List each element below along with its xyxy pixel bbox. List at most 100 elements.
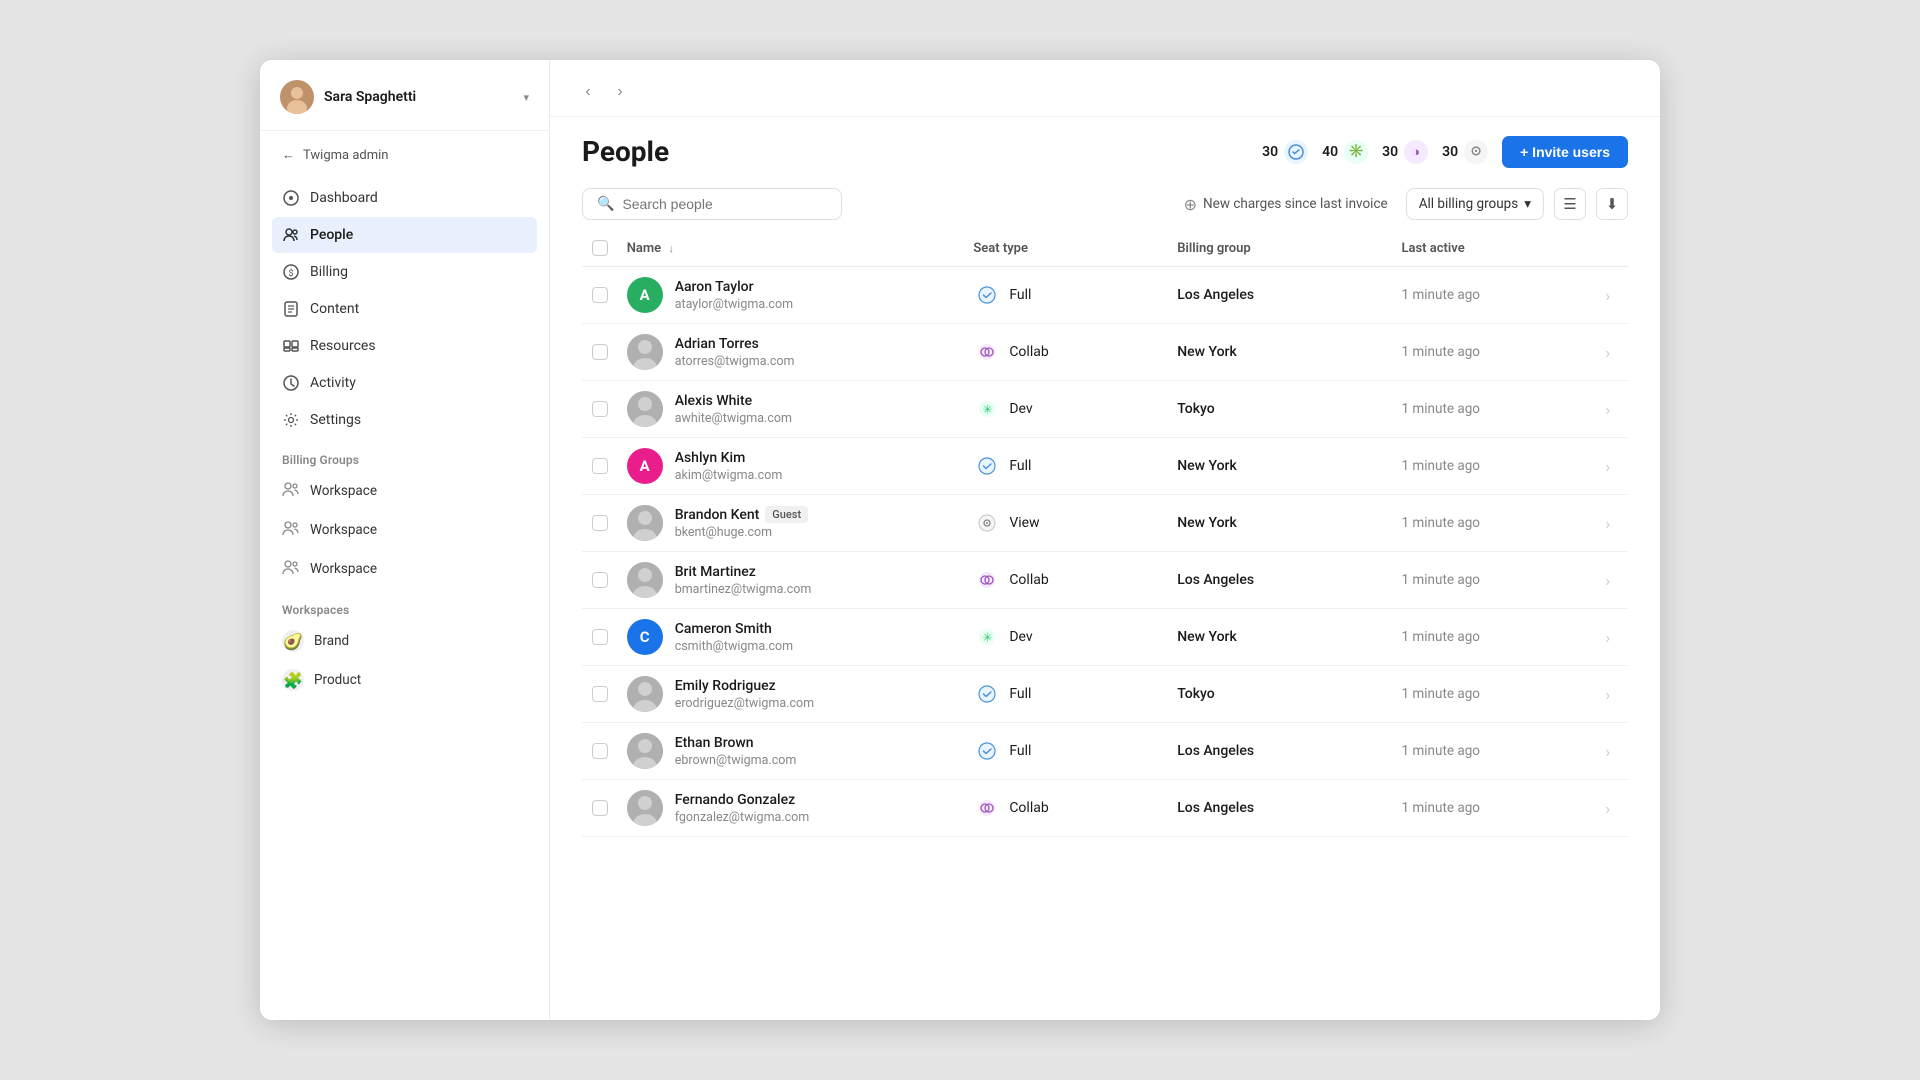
person-email: atorres@twigma.com (675, 354, 795, 369)
person-name: Fernando Gonzalez (675, 792, 795, 808)
seat-cell: View (973, 509, 1161, 537)
avatar: A (627, 448, 663, 484)
list-view-button[interactable]: ☰ (1554, 188, 1586, 220)
select-all-checkbox[interactable] (592, 240, 608, 256)
row-checkbox[interactable] (592, 629, 608, 645)
sidebar-item-label: Content (310, 301, 359, 317)
search-icon: 🔍 (597, 196, 614, 212)
seat-type-icon (973, 509, 1001, 537)
sidebar-item-content[interactable]: Content (272, 291, 537, 327)
billing-group-ws3[interactable]: Workspace (272, 550, 537, 588)
billing-group-ws1[interactable]: Workspace (272, 472, 537, 510)
person-cell: C Cameron Smith csmith@twigma.com (627, 619, 958, 655)
download-button[interactable]: ⬇ (1596, 188, 1628, 220)
sidebar-item-resources[interactable]: Resources (272, 328, 537, 364)
last-active-cell: 1 minute ago (1393, 666, 1597, 723)
sidebar-item-label: People (310, 227, 353, 243)
table-row[interactable]: Ethan Brown ebrown@twigma.com Full Los A… (582, 723, 1628, 780)
billing-group-ws2[interactable]: Workspace (272, 511, 537, 549)
person-email: csmith@twigma.com (675, 639, 793, 654)
table-row[interactable]: Alexis White awhite@twigma.com ✳ Dev Tok… (582, 381, 1628, 438)
sort-icon: ↓ (668, 242, 674, 255)
full-seat-icon (1284, 140, 1308, 164)
sidebar-item-activity[interactable]: Activity (272, 365, 537, 401)
sidebar-item-dashboard[interactable]: Dashboard (272, 180, 537, 216)
page-title: People (582, 135, 669, 168)
table-row[interactable]: Fernando Gonzalez fgonzalez@twigma.com C… (582, 780, 1628, 837)
person-name: Brandon Kent (675, 507, 760, 523)
invite-users-button[interactable]: + Invite users (1502, 136, 1628, 168)
plus-circle-icon: ⊕ (1184, 195, 1197, 214)
row-checkbox[interactable] (592, 287, 608, 303)
avatar: C (627, 619, 663, 655)
table-row[interactable]: Brit Martinez bmartinez@twigma.com Colla… (582, 552, 1628, 609)
billing-group-dropdown[interactable]: All billing groups ▾ (1406, 188, 1544, 220)
billing-group-cell: Los Angeles (1169, 723, 1393, 780)
table-row[interactable]: Adrian Torres atorres@twigma.com Collab … (582, 324, 1628, 381)
topbar: ‹ › (550, 60, 1660, 117)
person-name: Adrian Torres (675, 336, 759, 352)
row-checkbox[interactable] (592, 686, 608, 702)
table-row[interactable]: Brandon Kent Guest bkent@huge.com View N… (582, 495, 1628, 552)
main-content: ‹ › People 30 40 ✳️ (550, 60, 1660, 1020)
workspace-label: Product (314, 672, 361, 688)
settings-icon (282, 411, 300, 429)
col-name[interactable]: Name ↓ (619, 230, 966, 267)
sidebar-item-settings[interactable]: Settings (272, 402, 537, 438)
seat-type-label: Full (1009, 686, 1031, 702)
row-arrow-icon: › (1605, 457, 1610, 476)
avatar (627, 505, 663, 541)
stat-count-view: 30 (1442, 144, 1458, 160)
content-icon (282, 300, 300, 318)
table-row[interactable]: A Ashlyn Kim akim@twigma.com Full New Yo… (582, 438, 1628, 495)
forward-button[interactable]: › (606, 78, 634, 106)
people-table: Name ↓ Seat type Billing group Last acti… (582, 230, 1628, 837)
puzzle-icon: 🧩 (282, 669, 304, 691)
person-name: Ashlyn Kim (675, 450, 746, 466)
col-last-active: Last active (1393, 230, 1597, 267)
seat-type-label: Dev (1009, 629, 1032, 645)
row-checkbox[interactable] (592, 572, 608, 588)
row-checkbox[interactable] (592, 800, 608, 816)
list-icon: ☰ (1563, 195, 1576, 213)
person-info: Alexis White awhite@twigma.com (675, 393, 792, 426)
row-checkbox[interactable] (592, 344, 608, 360)
person-cell: A Ashlyn Kim akim@twigma.com (627, 448, 958, 484)
new-charges-button[interactable]: ⊕ New charges since last invoice (1176, 189, 1396, 220)
table-row[interactable]: A Aaron Taylor ataylor@twigma.com Full L… (582, 267, 1628, 324)
row-checkbox[interactable] (592, 458, 608, 474)
row-checkbox[interactable] (592, 743, 608, 759)
table-row[interactable]: Emily Rodriguez erodriguez@twigma.com Fu… (582, 666, 1628, 723)
back-button[interactable]: ‹ (574, 78, 602, 106)
row-checkbox[interactable] (592, 515, 608, 531)
workspace-product[interactable]: 🧩 Product (272, 661, 537, 699)
row-arrow-icon: › (1605, 742, 1610, 761)
workspace-label: Brand (314, 633, 349, 649)
user-menu[interactable]: Sara Spaghetti ▾ (260, 60, 549, 131)
person-name: Alexis White (675, 393, 752, 409)
billing-group-cell: Tokyo (1169, 666, 1393, 723)
seat-type-icon (973, 338, 1001, 366)
sidebar-item-people[interactable]: People (272, 217, 537, 253)
last-active-cell: 1 minute ago (1393, 780, 1597, 837)
search-input[interactable] (622, 196, 827, 212)
user-name: Sara Spaghetti (324, 89, 513, 105)
person-email: akim@twigma.com (675, 468, 783, 483)
sidebar-item-billing[interactable]: $ Billing (272, 254, 537, 290)
download-icon: ⬇ (1606, 195, 1619, 213)
back-to-admin[interactable]: ← Twigma admin (272, 139, 537, 171)
person-info: Brandon Kent Guest bkent@huge.com (675, 506, 808, 540)
back-icon: ← (282, 147, 295, 163)
chevron-down-icon: ▾ (1524, 196, 1531, 212)
person-info: Cameron Smith csmith@twigma.com (675, 621, 793, 654)
seat-type-icon (973, 566, 1001, 594)
table-row[interactable]: C Cameron Smith csmith@twigma.com ✳ Dev … (582, 609, 1628, 666)
seat-cell: Full (973, 281, 1161, 309)
workspace-brand[interactable]: 🥑 Brand (272, 622, 537, 660)
stat-count-collab: 30 (1382, 144, 1398, 160)
avatar (627, 334, 663, 370)
row-checkbox[interactable] (592, 401, 608, 417)
seat-type-icon (973, 680, 1001, 708)
person-info: Ethan Brown ebrown@twigma.com (675, 735, 797, 768)
seat-type-label: View (1009, 515, 1039, 531)
